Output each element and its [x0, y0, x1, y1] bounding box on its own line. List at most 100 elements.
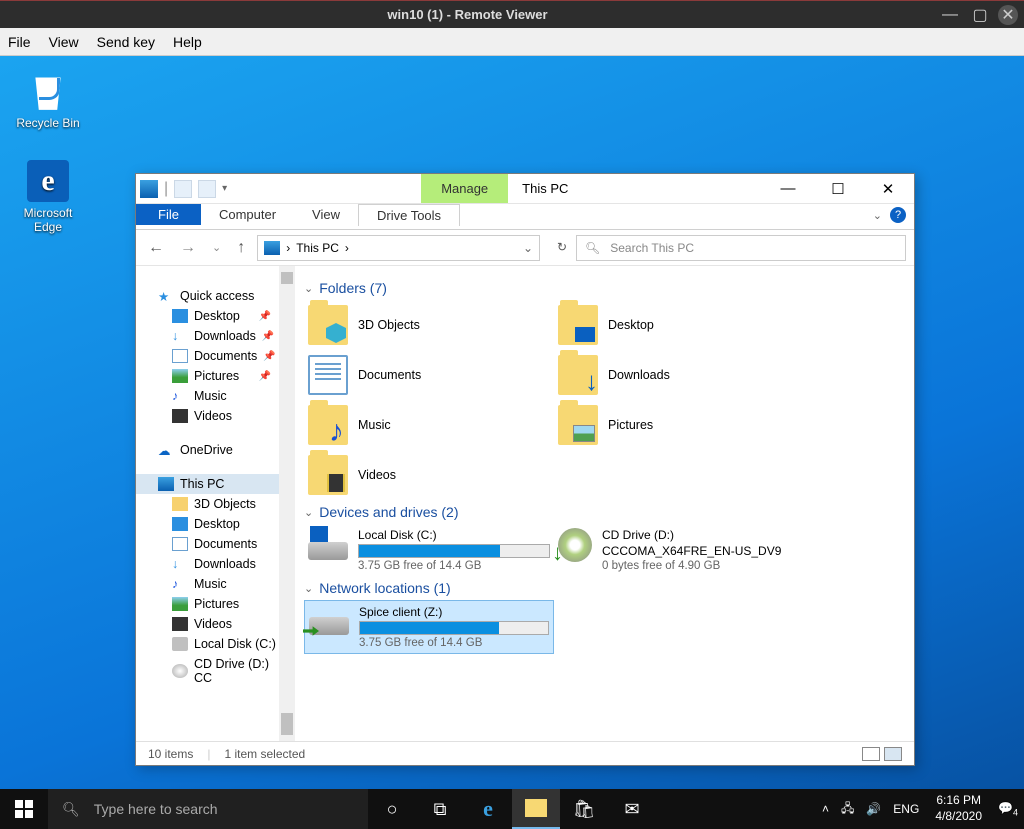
qat-pc-icon[interactable]: [140, 180, 158, 198]
explorer-titlebar[interactable]: | ▾ Manage This PC — ☐ ✕: [136, 174, 914, 204]
menu-view[interactable]: View: [49, 34, 79, 50]
folder-desktop[interactable]: Desktop: [554, 300, 804, 350]
taskbar-taskview-button[interactable]: ⧉: [416, 789, 464, 829]
pictures-icon: [172, 597, 188, 611]
nav-pc-music[interactable]: ♪Music: [136, 574, 295, 594]
nav-pc-3dobjects[interactable]: 3D Objects: [136, 494, 295, 514]
menu-file[interactable]: File: [8, 34, 31, 50]
nav-pc-downloads[interactable]: ↓Downloads: [136, 554, 295, 574]
tray-volume-icon[interactable]: 🔊: [860, 802, 887, 816]
music-icon: ♪: [172, 577, 188, 591]
nav-qa-music[interactable]: ♪Music: [136, 386, 295, 406]
view-details-button[interactable]: [862, 747, 880, 761]
folder-pictures[interactable]: Pictures: [554, 400, 804, 450]
explorer-maximize-button[interactable]: ☐: [824, 180, 852, 198]
maximize-button[interactable]: ▢: [968, 3, 992, 27]
windows-desktop[interactable]: Recycle Bin e Microsoft Edge | ▾ Manage …: [0, 56, 1024, 789]
nav-back-button[interactable]: ←: [144, 239, 168, 257]
recycle-bin-icon: [27, 70, 69, 112]
nav-recent-button[interactable]: ⌄: [208, 241, 225, 254]
desktop-icon-recycle-bin[interactable]: Recycle Bin: [8, 70, 88, 130]
nav-pc-localdisk[interactable]: Local Disk (C:): [136, 634, 295, 654]
section-drives[interactable]: ⌄Devices and drives (2): [304, 500, 896, 524]
ribbon-tab-computer[interactable]: Computer: [201, 204, 294, 225]
remote-viewer-titlebar: win10 (1) - Remote Viewer — ▢ ✕: [0, 0, 1024, 28]
nav-onedrive[interactable]: ☁OneDrive: [136, 440, 295, 460]
folder-icon: [308, 305, 348, 345]
documents-icon: [172, 349, 188, 363]
network-drive-icon: [309, 617, 349, 635]
content-pane[interactable]: ⌄Folders (7) 3D Objects Desktop Document…: [296, 266, 914, 741]
tray-clock[interactable]: 6:16 PM 4/8/2020: [925, 793, 992, 824]
windows-icon: [15, 800, 33, 818]
capacity-bar: [359, 621, 549, 635]
drive-local-disk-c[interactable]: Local Disk (C:) 3.75 GB free of 14.4 GB: [304, 524, 554, 576]
view-tiles-button[interactable]: [884, 747, 902, 761]
tray-language[interactable]: ENG: [887, 802, 925, 816]
nav-pc-pictures[interactable]: Pictures: [136, 594, 295, 614]
tray-network-icon[interactable]: 🖧: [835, 799, 860, 820]
folder-videos[interactable]: Videos: [304, 450, 554, 500]
qat-new-folder-button[interactable]: [198, 180, 216, 198]
folder-music[interactable]: Music: [304, 400, 554, 450]
tray-notifications-button[interactable]: 💬4: [992, 801, 1024, 817]
ribbon-tab-drive-tools[interactable]: Drive Tools: [358, 204, 460, 226]
nav-qa-videos[interactable]: Videos: [136, 406, 295, 426]
start-button[interactable]: [0, 789, 48, 829]
qat-properties-button[interactable]: [174, 180, 192, 198]
refresh-button[interactable]: ↻: [557, 240, 567, 254]
status-item-count: 10 items: [148, 747, 193, 761]
nav-scrollbar[interactable]: [279, 266, 295, 741]
folder-downloads[interactable]: Downloads: [554, 350, 804, 400]
nav-qa-pictures[interactable]: Pictures📌: [136, 366, 295, 386]
desktop-icon-edge[interactable]: e Microsoft Edge: [8, 160, 88, 234]
nav-pc-documents[interactable]: Documents: [136, 534, 295, 554]
folder-icon: [172, 497, 188, 511]
nav-qa-desktop[interactable]: Desktop📌: [136, 306, 295, 326]
ribbon-expand-icon[interactable]: ⌄: [873, 209, 882, 222]
menu-sendkey[interactable]: Send key: [97, 34, 155, 50]
star-icon: ★: [158, 289, 174, 303]
help-icon[interactable]: ?: [890, 207, 906, 223]
taskbar-search-input[interactable]: 🔍︎Type here to search: [48, 789, 368, 829]
ribbon-tab-view[interactable]: View: [294, 204, 358, 225]
taskbar-mail-button[interactable]: ✉: [608, 789, 656, 829]
taskbar-explorer-button[interactable]: [512, 789, 560, 829]
videos-icon: [172, 409, 188, 423]
minimize-button[interactable]: —: [938, 3, 962, 27]
explorer-close-button[interactable]: ✕: [874, 180, 902, 198]
taskbar-edge-button[interactable]: e: [464, 789, 512, 829]
taskbar-cortana-button[interactable]: ○: [368, 789, 416, 829]
taskbar-store-button[interactable]: 🛍: [560, 789, 608, 829]
pin-icon: 📌: [259, 311, 271, 322]
menu-help[interactable]: Help: [173, 34, 202, 50]
nav-qa-documents[interactable]: Documents📌: [136, 346, 295, 366]
nav-pc-desktop[interactable]: Desktop: [136, 514, 295, 534]
address-dropdown-icon[interactable]: ⌄: [523, 241, 533, 255]
context-tab-manage[interactable]: Manage: [421, 174, 508, 203]
nav-quick-access[interactable]: ★Quick access: [136, 286, 295, 306]
nav-forward-button[interactable]: →: [176, 239, 200, 257]
nav-up-button[interactable]: ↑: [233, 239, 249, 257]
address-bar-row: ← → ⌄ ↑ › This PC › ⌄ ↻ 🔍︎ Search This P…: [136, 230, 914, 266]
search-input[interactable]: 🔍︎ Search This PC: [576, 235, 906, 261]
capacity-bar: [358, 544, 550, 558]
drive-cd-d[interactable]: CD Drive (D:) CCCOMA_X64FRE_EN-US_DV9 0 …: [554, 524, 804, 576]
tray-overflow-button[interactable]: ˄: [816, 802, 835, 816]
nav-qa-downloads[interactable]: ↓Downloads📌: [136, 326, 295, 346]
breadcrumb-this-pc[interactable]: This PC: [296, 241, 339, 255]
section-network[interactable]: ⌄Network locations (1): [304, 576, 896, 600]
close-button[interactable]: ✕: [998, 5, 1018, 25]
nav-this-pc[interactable]: This PC: [136, 474, 295, 494]
explorer-minimize-button[interactable]: —: [774, 180, 802, 198]
address-bar[interactable]: › This PC › ⌄ ↻: [257, 235, 540, 261]
nav-pc-videos[interactable]: Videos: [136, 614, 295, 634]
folder-3d-objects[interactable]: 3D Objects: [304, 300, 554, 350]
drive-spice-client-z[interactable]: Spice client (Z:) 3.75 GB free of 14.4 G…: [304, 600, 554, 654]
section-folders[interactable]: ⌄Folders (7): [304, 276, 896, 300]
ribbon-tab-file[interactable]: File: [136, 204, 201, 225]
search-icon: 🔍︎: [62, 801, 80, 818]
nav-pc-cddrive[interactable]: CD Drive (D:) CC: [136, 654, 295, 688]
folder-documents[interactable]: Documents: [304, 350, 554, 400]
folder-icon: [558, 405, 598, 445]
